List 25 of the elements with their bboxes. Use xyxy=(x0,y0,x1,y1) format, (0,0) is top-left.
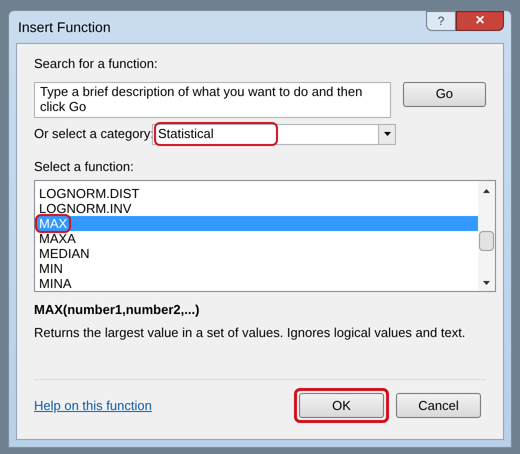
scroll-down-icon[interactable] xyxy=(483,281,490,285)
search-field[interactable]: Type a brief description of what you want to do and then click Go xyxy=(34,82,391,118)
function-description: Returns the largest value in a set of values. Ignores logical values and text. xyxy=(34,324,466,342)
scroll-up-icon[interactable] xyxy=(483,189,490,193)
close-button[interactable]: × xyxy=(456,11,504,31)
search-label: Search for a function: xyxy=(34,55,159,73)
dialog-button[interactable]: Cancel xyxy=(396,393,481,418)
function-item[interactable]: LOGNORM.DIST xyxy=(37,186,478,201)
scroll-thumb[interactable] xyxy=(479,231,494,251)
scrollbar[interactable] xyxy=(478,181,495,291)
category-label: Or select a category: xyxy=(34,125,152,144)
function-item[interactable]: MEDIAN xyxy=(37,246,478,261)
window-title: Insert Function xyxy=(18,18,111,36)
function-list-label: Select a function: xyxy=(34,158,135,176)
help-button[interactable]: ? xyxy=(426,11,456,31)
go-button[interactable]: Go xyxy=(402,82,486,106)
category-value: Statistical xyxy=(156,124,276,144)
function-signature: MAX(number1,number2,...) xyxy=(34,301,200,319)
help-link[interactable]: Help on this function xyxy=(34,396,152,416)
category-dropdown[interactable]: Statistical xyxy=(152,124,396,144)
function-item[interactable]: LOGNORM.INV xyxy=(37,201,478,216)
function-item[interactable]: MAXA xyxy=(37,231,478,246)
function-item[interactable]: MIN xyxy=(37,261,478,276)
function-item[interactable]: MINA xyxy=(37,276,478,291)
dialog-button[interactable]: OK xyxy=(299,393,384,418)
